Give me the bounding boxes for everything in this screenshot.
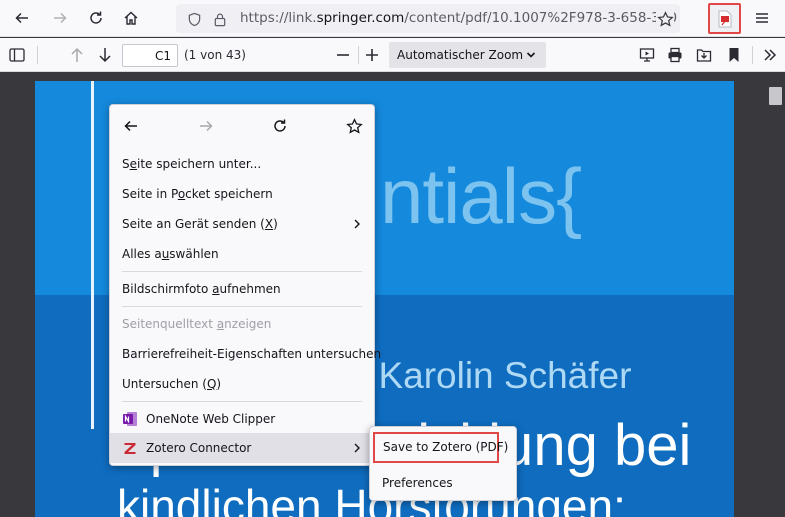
forward-arrow-icon	[54, 12, 67, 24]
reload-icon	[274, 119, 286, 132]
next-page-button[interactable]	[92, 42, 118, 68]
lock-icon[interactable]	[212, 11, 228, 27]
zotero-icon	[124, 443, 136, 454]
save-icon	[696, 49, 712, 62]
menu-separator	[122, 306, 362, 307]
context-back-button[interactable]	[120, 115, 142, 137]
presentation-mode-button[interactable]	[634, 42, 660, 68]
url-text[interactable]: https://link.springer.com/content/pdf/10…	[240, 10, 677, 26]
chevron-right-icon	[354, 219, 360, 229]
home-icon	[124, 11, 138, 25]
forward-button[interactable]	[46, 4, 74, 32]
arrow-down-icon	[99, 48, 111, 63]
zoom-in-button[interactable]	[359, 42, 385, 68]
scrollbar-thumb[interactable]	[769, 87, 782, 105]
context-bookmark-button[interactable]	[343, 115, 365, 137]
bookmark-icon	[729, 48, 739, 62]
menu-separator	[122, 401, 362, 402]
sidebar-toggle-button[interactable]	[4, 42, 30, 68]
print-icon	[668, 47, 682, 63]
menu-item-save-page-as[interactable]: Seite speichern unter...	[110, 149, 374, 179]
menu-item-accessibility[interactable]: Barrierefreiheit-Eigenschaften untersuch…	[110, 339, 381, 369]
bookmark-star-button[interactable]	[656, 10, 674, 28]
context-nav-row	[110, 105, 376, 148]
menu-separator	[122, 271, 362, 272]
toolbar-divider	[37, 46, 38, 64]
chevron-down-icon	[526, 52, 536, 58]
sidebar-icon	[9, 48, 25, 62]
zoom-select-value: Automatischer Zoom	[397, 48, 524, 62]
menu-item-inspect[interactable]: Untersuchen (Q)	[110, 369, 374, 399]
reload-button[interactable]	[82, 4, 110, 32]
reload-icon	[90, 11, 102, 24]
zoom-select[interactable]: Automatischer Zoom	[389, 42, 546, 68]
url-path: /content/pdf/10.1007%2F978-3-658-310	[404, 10, 678, 26]
cover-vertical-rule	[91, 81, 94, 429]
back-arrow-icon	[15, 12, 28, 24]
scrollbar-track[interactable]	[767, 73, 785, 517]
bookmark-button[interactable]	[721, 42, 747, 68]
context-reload-button[interactable]	[269, 115, 291, 137]
page-number-input[interactable]	[122, 44, 178, 67]
print-button[interactable]	[662, 42, 688, 68]
star-icon	[656, 10, 674, 27]
url-host: springer.com	[316, 10, 405, 26]
plus-icon	[366, 49, 378, 61]
pdf-toolbar: (1 von 43) Automatischer Zoom	[0, 38, 785, 72]
star-icon	[345, 117, 363, 134]
hamburger-menu-icon	[756, 13, 768, 23]
menu-item-view-source[interactable]: Seitenquelltext anzeigen	[110, 309, 374, 339]
context-forward-button[interactable]	[195, 115, 217, 137]
preferences-item[interactable]: Preferences	[370, 468, 516, 498]
chevron-right-icon	[354, 443, 360, 453]
forward-arrow-icon	[200, 120, 213, 132]
presentation-icon	[639, 48, 655, 62]
onenote-icon	[123, 412, 137, 426]
previous-page-button[interactable]	[64, 42, 90, 68]
back-arrow-icon	[124, 120, 137, 132]
zotero-pdf-icon	[718, 10, 731, 27]
zotero-save-button[interactable]	[708, 3, 741, 34]
back-button[interactable]	[8, 4, 36, 32]
cover-series-title: ntials{	[380, 152, 582, 240]
context-menu: Seite speichern unter... Seite in Pocket…	[109, 104, 381, 466]
menu-item-onenote[interactable]: OneNote Web Clipper	[110, 404, 374, 434]
app-menu-button[interactable]	[748, 4, 776, 32]
menu-item-zotero-connector[interactable]: Zotero Connector	[110, 433, 374, 463]
tools-menu-button[interactable]	[757, 42, 783, 68]
url-bar[interactable]: https://link.springer.com/content/pdf/10…	[176, 4, 680, 33]
minus-icon	[337, 54, 349, 56]
page-count: (1 von 43)	[184, 48, 246, 62]
browser-nav-bar: https://link.springer.com/content/pdf/10…	[0, 0, 785, 37]
home-button[interactable]	[117, 4, 145, 32]
url-prefix: https://link.	[240, 10, 317, 26]
shield-icon[interactable]	[186, 11, 202, 27]
arrow-up-icon	[71, 47, 83, 62]
menu-item-send-to-device[interactable]: Seite an Gerät senden (X)	[110, 209, 374, 239]
menu-item-select-all[interactable]: Alles auswählen	[110, 239, 374, 269]
save-button[interactable]	[691, 42, 717, 68]
save-to-zotero-pdf-item[interactable]: Save to Zotero (PDF)	[373, 432, 508, 463]
double-chevron-right-icon	[764, 49, 777, 61]
menu-item-save-to-pocket[interactable]: Seite in Pocket speichern	[110, 179, 374, 209]
zotero-submenu: Save to Zotero (PDF) Preferences	[369, 426, 517, 501]
zoom-out-button[interactable]	[330, 42, 356, 68]
menu-item-screenshot[interactable]: Bildschirmfoto aufnehmen	[110, 274, 374, 304]
toolbar-divider	[752, 46, 753, 64]
